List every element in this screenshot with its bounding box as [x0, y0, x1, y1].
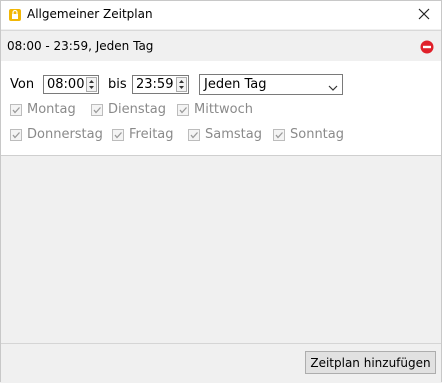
remove-icon[interactable]	[420, 40, 434, 54]
to-label: bis	[108, 77, 127, 92]
dialog-footer: Zeitplan hinzufügen	[1, 343, 441, 383]
checkbox-icon	[10, 128, 22, 141]
day-checkbox-dienstag[interactable]: Dienstag	[91, 102, 166, 117]
lock-app-icon	[8, 8, 22, 22]
to-time-spinner[interactable]	[176, 77, 187, 92]
schedule-editor: Von 08:00 bis 23:59 Jeden Tag Montag Die…	[1, 61, 441, 156]
day-checkbox-mittwoch[interactable]: Mittwoch	[177, 102, 253, 117]
from-label: Von	[10, 77, 35, 92]
day-label: Dienstag	[108, 102, 166, 117]
spin-up-icon[interactable]	[177, 78, 186, 84]
schedule-window: Allgemeiner Zeitplan 08:00 - 23:59, Jede…	[0, 0, 442, 383]
title-bar: Allgemeiner Zeitplan	[1, 1, 441, 29]
spin-up-icon[interactable]	[87, 78, 96, 84]
close-icon	[418, 8, 430, 23]
schedule-summary: 08:00 - 23:59, Jeden Tag	[7, 39, 154, 53]
day-checkbox-sonntag[interactable]: Sonntag	[273, 127, 344, 142]
checkbox-icon	[10, 103, 22, 116]
spin-down-icon[interactable]	[177, 85, 186, 91]
from-time-value: 08:00	[47, 77, 85, 92]
to-time-input[interactable]: 23:59	[132, 75, 189, 94]
window-title: Allgemeiner Zeitplan	[27, 7, 153, 21]
day-label: Montag	[27, 102, 76, 117]
day-checkbox-donnerstag[interactable]: Donnerstag	[10, 127, 103, 142]
day-label: Donnerstag	[27, 127, 103, 142]
day-label: Freitag	[129, 127, 174, 142]
day-checkbox-freitag[interactable]: Freitag	[112, 127, 174, 142]
recurrence-select[interactable]: Jeden Tag	[199, 74, 343, 95]
day-checkbox-montag[interactable]: Montag	[10, 102, 76, 117]
schedule-summary-row[interactable]: 08:00 - 23:59, Jeden Tag	[1, 30, 441, 62]
day-label: Mittwoch	[194, 102, 253, 117]
from-time-spinner[interactable]	[86, 77, 97, 92]
day-label: Sonntag	[290, 127, 344, 142]
chevron-down-icon	[328, 81, 338, 95]
close-button[interactable]	[407, 1, 441, 29]
checkbox-icon	[112, 128, 124, 141]
to-time-value: 23:59	[136, 77, 174, 92]
from-time-input[interactable]: 08:00	[43, 75, 99, 94]
checkbox-icon	[188, 128, 200, 141]
checkbox-icon	[273, 128, 285, 141]
recurrence-value: Jeden Tag	[204, 77, 267, 92]
spin-down-icon[interactable]	[87, 85, 96, 91]
checkbox-icon	[91, 103, 103, 116]
checkbox-icon	[177, 103, 189, 116]
day-label: Samstag	[205, 127, 262, 142]
day-checkbox-samstag[interactable]: Samstag	[188, 127, 262, 142]
add-schedule-button[interactable]: Zeitplan hinzufügen	[305, 351, 436, 374]
